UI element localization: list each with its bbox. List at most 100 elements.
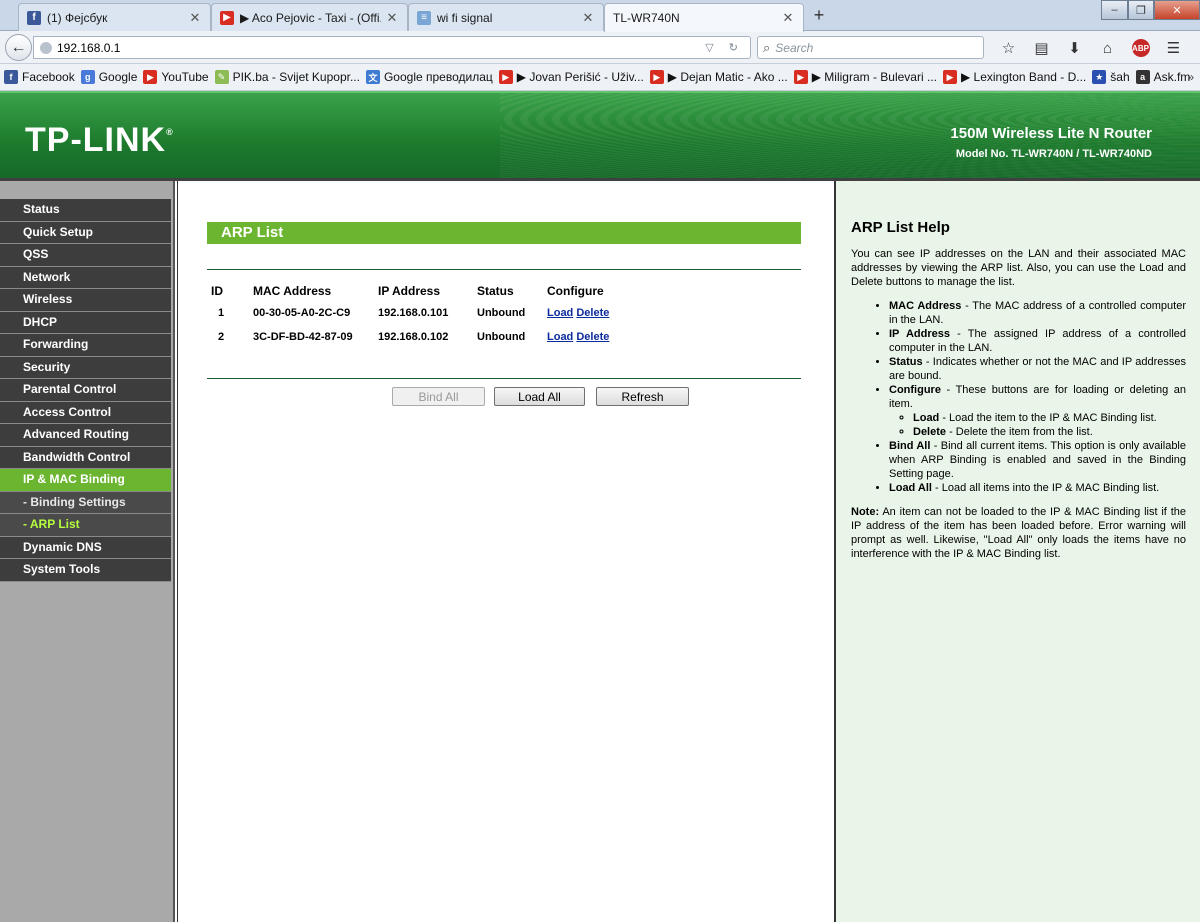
- bookmark-label: ▶ Jovan Perišić - Uživ...: [516, 70, 644, 84]
- left-menu: Status Quick Setup QSS Network Wireless …: [0, 181, 175, 922]
- help-sublist: Load - Load the item to the IP & MAC Bin…: [913, 411, 1186, 439]
- tab-tl-wr740n[interactable]: TL-WR740N ✕: [604, 3, 804, 32]
- load-link[interactable]: Load: [547, 307, 573, 319]
- adblock-icon[interactable]: ABP: [1124, 38, 1157, 58]
- menu-ip-mac-binding[interactable]: IP & MAC Binding: [0, 469, 171, 492]
- bookmark-youtube[interactable]: ▶ YouTube: [143, 70, 209, 84]
- reload-icon[interactable]: ▽ ↻: [705, 41, 744, 54]
- row-configure: Load Delete: [547, 301, 801, 325]
- navigation-bar: ← 192.168.0.1 ▽ ↻ ⌕ Search ☆ ▤ ⬇ ⌂ ABP ☰: [0, 31, 1200, 64]
- help-desc: - Load all items into the IP & MAC Bindi…: [931, 482, 1160, 494]
- help-desc: - Delete the item from the list.: [946, 426, 1093, 438]
- menu-parental-control[interactable]: Parental Control: [0, 379, 171, 402]
- help-panel: ARP List Help You can see IP addresses o…: [834, 181, 1200, 922]
- close-icon[interactable]: ✕: [781, 10, 795, 26]
- menu-quick-setup[interactable]: Quick Setup: [0, 221, 171, 244]
- bookmark-miligram[interactable]: ▶ ▶ Miligram - Bulevari ...: [793, 70, 937, 84]
- refresh-button[interactable]: Refresh: [596, 387, 689, 406]
- column-header-mac: MAC Address: [253, 284, 332, 298]
- bookmark-label: PIK.ba - Svijet Kupopr...: [232, 70, 360, 84]
- tab-label: ▶ Aco Pejovic - Taxi - (Offi...: [240, 10, 381, 25]
- tab-facebook[interactable]: f (1) Фејсбук ✕: [18, 3, 211, 31]
- menu-network[interactable]: Network: [0, 266, 171, 289]
- home-icon[interactable]: ⌂: [1091, 38, 1124, 58]
- bookmark-google-translate[interactable]: 文 Google преводилац: [365, 70, 493, 84]
- help-desc: - Bind all current items. This option is…: [889, 440, 1186, 480]
- bookmark-google[interactable]: g Google: [80, 70, 138, 84]
- menu-dynamic-dns[interactable]: Dynamic DNS: [0, 536, 171, 559]
- facebook-icon: f: [27, 10, 41, 25]
- help-item-configure: Configure - These buttons are for loadin…: [889, 383, 1186, 439]
- help-subitem-load: Load - Load the item to the IP & MAC Bin…: [913, 411, 1186, 425]
- address-bar[interactable]: 192.168.0.1 ▽ ↻: [33, 36, 751, 59]
- maximize-button[interactable]: ❐: [1128, 0, 1154, 20]
- load-all-button[interactable]: Load All: [494, 387, 585, 406]
- youtube-icon: ▶: [649, 70, 664, 84]
- menu-qss[interactable]: QSS: [0, 244, 171, 267]
- row-status: Unbound: [477, 307, 526, 319]
- row-id: 2: [218, 331, 225, 343]
- bookmark-pik[interactable]: ✎ PIK.ba - Svijet Kupopr...: [214, 70, 360, 84]
- bookmark-label: Google: [98, 70, 138, 84]
- bookmark-dejan[interactable]: ▶ ▶ Dejan Matic - Ako ...: [649, 70, 788, 84]
- delete-link[interactable]: Delete: [576, 307, 609, 319]
- load-link[interactable]: Load: [547, 331, 573, 343]
- menu-system-tools[interactable]: System Tools: [0, 559, 171, 582]
- help-term: MAC Address: [889, 300, 962, 312]
- bookmark-sah[interactable]: ★ šah: [1092, 70, 1130, 84]
- tab-wifi-signal[interactable]: ≡ wi fi signal ✕: [408, 3, 604, 31]
- menu-security[interactable]: Security: [0, 356, 171, 379]
- bookmark-label: YouTube: [161, 70, 209, 84]
- youtube-icon: ▶: [942, 70, 957, 84]
- close-icon[interactable]: ✕: [188, 10, 202, 26]
- bookmark-jovan[interactable]: ▶ ▶ Jovan Perišić - Uživ...: [498, 70, 644, 84]
- tab-label: (1) Фејсбук: [47, 10, 108, 25]
- bookmark-lexington[interactable]: ▶ ▶ Lexington Band - D...: [942, 70, 1086, 84]
- help-term: Delete: [913, 426, 947, 438]
- menu-icon[interactable]: ☰: [1157, 38, 1190, 58]
- product-name: 150M Wireless Lite N Router: [950, 125, 1152, 142]
- minimize-button[interactable]: –: [1101, 0, 1128, 20]
- help-note-label: Note:: [851, 506, 880, 518]
- help-title: ARP List Help: [851, 219, 950, 236]
- menu-wireless[interactable]: Wireless: [0, 289, 171, 312]
- close-icon[interactable]: ✕: [385, 10, 399, 26]
- menu-binding-settings[interactable]: - Binding Settings: [0, 491, 171, 514]
- close-icon[interactable]: ✕: [581, 10, 595, 26]
- delete-link[interactable]: Delete: [576, 331, 609, 343]
- tab-label: wi fi signal: [437, 10, 493, 25]
- tab-youtube[interactable]: ▶ ▶ Aco Pejovic - Taxi - (Offi... ✕: [211, 3, 408, 31]
- reading-list-icon[interactable]: ▤: [1025, 38, 1058, 58]
- back-button[interactable]: ←: [5, 34, 32, 61]
- help-item-load-all: Load All - Load all items into the IP & …: [889, 481, 1186, 495]
- menu-access-control[interactable]: Access Control: [0, 401, 171, 424]
- more-bookmarks-button[interactable]: »: [1187, 70, 1194, 84]
- bookmark-label: Google преводилац: [383, 70, 493, 84]
- menu-dhcp[interactable]: DHCP: [0, 311, 171, 334]
- row-status: Unbound: [477, 331, 526, 343]
- bind-all-button[interactable]: Bind All: [392, 387, 485, 406]
- menu-arp-list[interactable]: - ARP List: [0, 514, 171, 537]
- menu-forwarding[interactable]: Forwarding: [0, 334, 171, 357]
- window-controls: – ❐ ✕: [1101, 0, 1200, 20]
- bookmark-star-icon[interactable]: ☆: [992, 38, 1025, 58]
- table-row: 2 3C-DF-BD-42-87-09 192.168.0.102 Unboun…: [207, 325, 801, 349]
- arp-table: ID MAC Address IP Address Status Configu…: [207, 281, 801, 349]
- back-arrow-icon: ←: [10, 38, 27, 56]
- row-mac: 00-30-05-A0-2C-C9: [253, 307, 351, 319]
- search-icon: ⌕: [763, 39, 771, 55]
- download-icon[interactable]: ⬇: [1058, 38, 1091, 58]
- menu-advanced-routing[interactable]: Advanced Routing: [0, 424, 171, 447]
- globe-icon: [40, 41, 52, 54]
- menu-bandwidth-control[interactable]: Bandwidth Control: [0, 446, 171, 469]
- tab-label: TL-WR740N: [613, 11, 680, 25]
- search-input[interactable]: ⌕ Search: [757, 36, 984, 59]
- menu-status[interactable]: Status: [0, 199, 171, 222]
- new-tab-button[interactable]: +: [810, 6, 828, 24]
- help-term: Status: [889, 356, 923, 368]
- bookmark-askfm[interactable]: a Ask.fm: [1135, 70, 1190, 84]
- url-text[interactable]: 192.168.0.1: [57, 41, 705, 55]
- askfm-icon: a: [1135, 70, 1150, 84]
- bookmark-facebook[interactable]: f Facebook: [4, 70, 75, 84]
- close-window-button[interactable]: ✕: [1154, 0, 1200, 20]
